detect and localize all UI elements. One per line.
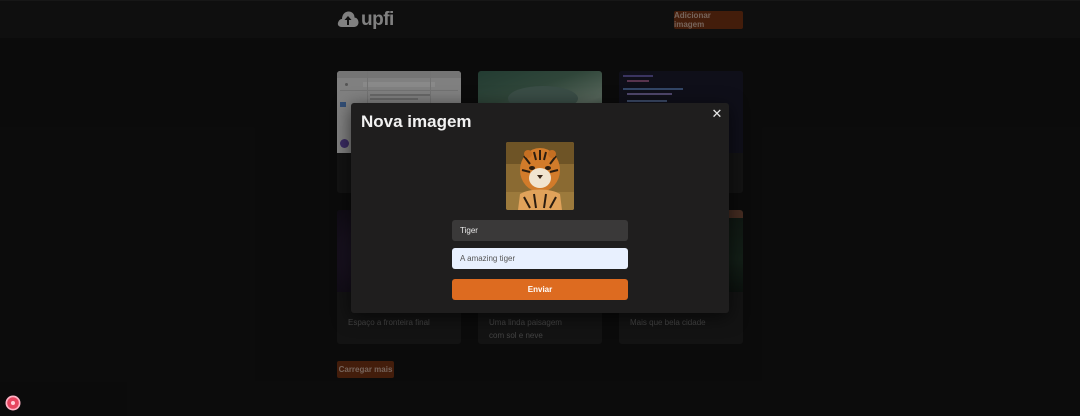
tiger-image <box>506 142 574 210</box>
description-input[interactable]: A amazing tiger <box>452 248 628 269</box>
modal-title: Nova imagem <box>361 112 472 131</box>
react-query-devtools-icon[interactable] <box>5 395 21 411</box>
submit-button[interactable]: Enviar <box>452 279 628 300</box>
title-input[interactable]: Tiger <box>452 220 628 241</box>
close-icon[interactable]: ✕ <box>709 106 725 122</box>
image-preview[interactable] <box>506 142 574 210</box>
new-image-modal: Nova imagem ✕ Tiger A amazing tiger Envi… <box>351 103 729 313</box>
